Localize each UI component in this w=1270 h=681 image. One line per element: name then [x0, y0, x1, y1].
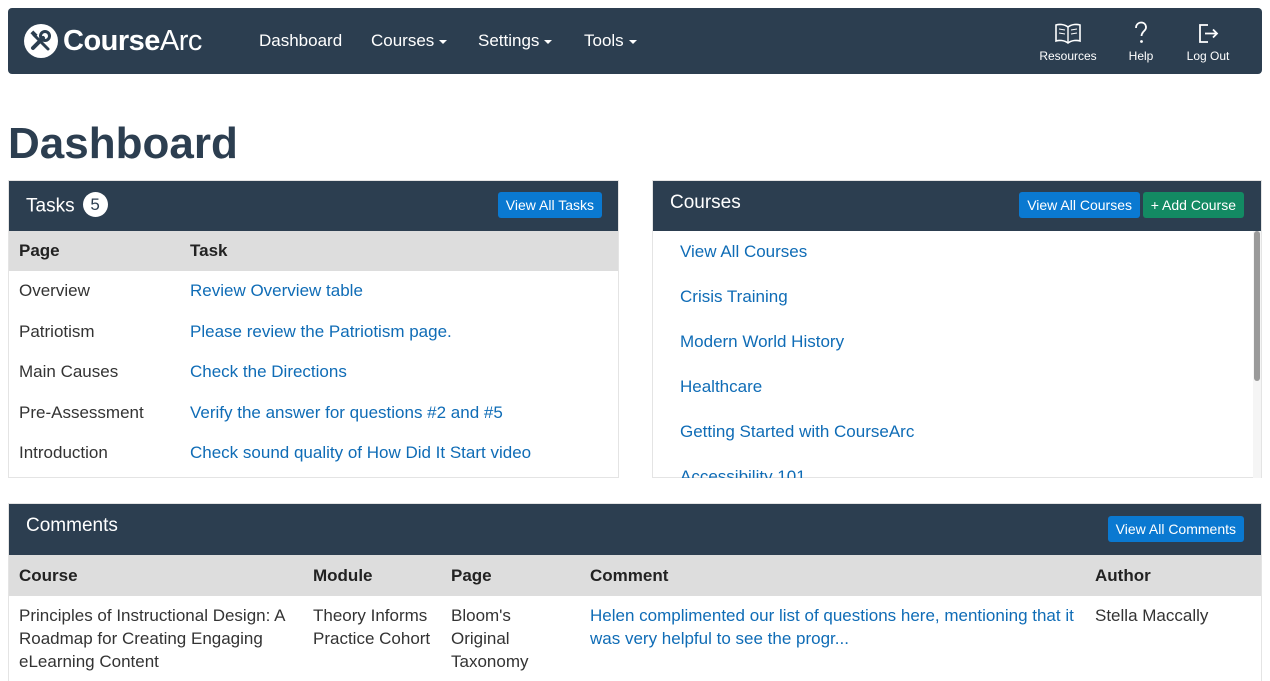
- column-header-page: Page: [441, 555, 580, 596]
- nav-dashboard[interactable]: Dashboard: [259, 31, 342, 51]
- table-row: Patriotism Please review the Patriotism …: [9, 312, 618, 353]
- page-title: Dashboard: [8, 119, 238, 168]
- logo-wordmark: CourseArc: [63, 24, 202, 57]
- course-link[interactable]: Getting Started with CourseArc: [680, 422, 914, 441]
- comments-table: Course Module Page Comment Author Princi…: [9, 555, 1261, 673]
- column-header-task: Task: [180, 231, 618, 271]
- list-item: View All Courses: [653, 231, 1261, 276]
- table-row: Main Causes Check the Directions: [9, 352, 618, 393]
- nav-courses-dropdown[interactable]: Courses: [371, 31, 448, 51]
- column-header-module: Module: [303, 555, 441, 596]
- comments-panel: Comments View All Comments Course Module…: [8, 503, 1262, 681]
- resources-button[interactable]: Resources: [1033, 20, 1103, 63]
- coursearc-logo[interactable]: CourseArc: [24, 22, 202, 60]
- tasks-panel-title: Tasks 5: [26, 192, 108, 219]
- task-link[interactable]: Check the Directions: [190, 362, 347, 381]
- view-all-comments-button[interactable]: View All Comments: [1107, 516, 1244, 542]
- tasks-panel-header: Tasks 5 View All Tasks: [9, 181, 618, 231]
- task-page-cell: Pre-Assessment: [19, 402, 144, 422]
- column-header-page: Page: [9, 231, 180, 271]
- book-icon: [1033, 20, 1103, 46]
- tasks-table: Page Task Overview Review Overview table…: [9, 231, 618, 474]
- list-item: Getting Started with CourseArc: [653, 411, 1261, 456]
- courses-scrollbar[interactable]: [1253, 231, 1261, 478]
- comment-page-cell: Bloom's Original Taxonomy: [451, 606, 529, 671]
- caret-down-icon: [628, 39, 637, 44]
- list-item: Crisis Training: [653, 276, 1261, 321]
- logout-icon: [1173, 20, 1243, 46]
- column-header-course: Course: [9, 555, 303, 596]
- courses-panel-title: Courses: [670, 192, 741, 213]
- logout-button[interactable]: Log Out: [1173, 20, 1243, 63]
- task-link-cell: Verify the answer for questions #2 and #…: [180, 393, 618, 434]
- table-row: Pre-Assessment Verify the answer for que…: [9, 393, 618, 434]
- logo-tools-icon: [24, 24, 58, 58]
- task-page-cell: Overview: [19, 281, 90, 300]
- view-all-courses-button[interactable]: View All Courses: [1019, 192, 1140, 218]
- course-link[interactable]: Healthcare: [680, 377, 762, 396]
- courses-panel-header: Courses View All Courses + Add Course: [653, 181, 1261, 231]
- view-all-tasks-button[interactable]: View All Tasks: [497, 192, 602, 218]
- logout-label: Log Out: [1186, 49, 1230, 63]
- list-item: Healthcare: [653, 366, 1261, 411]
- course-link[interactable]: Accessibility 101: [680, 467, 806, 478]
- table-row: Introduction Check sound quality of How …: [9, 433, 618, 474]
- list-item: Accessibility 101: [653, 456, 1261, 478]
- tasks-panel: Tasks 5 View All Tasks Page Task Overview…: [8, 180, 619, 478]
- task-page-cell: Main Causes: [19, 362, 119, 381]
- question-icon: [1106, 20, 1176, 46]
- task-link[interactable]: Check sound quality of How Did It Start …: [190, 443, 531, 462]
- comments-panel-title: Comments: [26, 515, 118, 536]
- top-navbar: CourseArc Dashboard Courses Settings Too…: [8, 8, 1262, 74]
- nav-settings-dropdown[interactable]: Settings: [478, 31, 553, 51]
- task-link[interactable]: Please review the Patriotism page.: [190, 322, 452, 341]
- table-row: Principles of Instructional Design: A Ro…: [9, 596, 1261, 673]
- comments-panel-header: Comments View All Comments: [9, 504, 1261, 555]
- add-course-button[interactable]: + Add Course: [1142, 192, 1244, 218]
- comment-module-cell: Theory Informs Practice Cohort: [313, 606, 431, 648]
- task-link-cell: Check the Directions: [180, 352, 618, 393]
- task-page-cell: Introduction: [19, 443, 108, 462]
- course-link[interactable]: Modern World History: [680, 332, 844, 351]
- table-row: Overview Review Overview table: [9, 271, 618, 312]
- help-button[interactable]: Help: [1106, 20, 1176, 63]
- column-header-comment: Comment: [580, 555, 1085, 596]
- scrollbar-thumb[interactable]: [1254, 231, 1260, 381]
- task-link[interactable]: Verify the answer for questions #2 and #…: [190, 403, 503, 422]
- comment-course-cell: Principles of Instructional Design: A Ro…: [19, 606, 285, 671]
- caret-down-icon: [439, 39, 448, 44]
- courses-panel: Courses View All Courses + Add Course Vi…: [652, 180, 1262, 478]
- task-link-cell: Please review the Patriotism page.: [180, 312, 618, 353]
- column-header-author: Author: [1085, 555, 1261, 596]
- comments-table-header: Course Module Page Comment Author: [9, 555, 1261, 596]
- courses-list[interactable]: View All Courses Crisis Training Modern …: [653, 231, 1261, 478]
- caret-down-icon: [544, 39, 553, 44]
- task-link-cell: Check sound quality of How Did It Start …: [180, 433, 618, 474]
- comment-text-cell: Helen complimented our list of questions…: [580, 596, 1085, 673]
- list-item: Modern World History: [653, 321, 1261, 366]
- course-link[interactable]: View All Courses: [680, 242, 807, 261]
- tasks-count-badge: 5: [82, 192, 108, 217]
- course-link[interactable]: Crisis Training: [680, 287, 788, 306]
- comment-author-cell: Stella Maccally: [1095, 606, 1209, 625]
- task-link-cell: Review Overview table: [180, 271, 618, 312]
- resources-label: Resources: [1039, 49, 1097, 63]
- tasks-table-header: Page Task: [9, 231, 618, 271]
- help-label: Help: [1128, 49, 1154, 63]
- task-link[interactable]: Review Overview table: [190, 281, 363, 300]
- task-page-cell: Patriotism: [19, 321, 95, 341]
- nav-tools-dropdown[interactable]: Tools: [584, 31, 637, 51]
- comment-link[interactable]: Helen complimented our list of questions…: [590, 606, 1074, 648]
